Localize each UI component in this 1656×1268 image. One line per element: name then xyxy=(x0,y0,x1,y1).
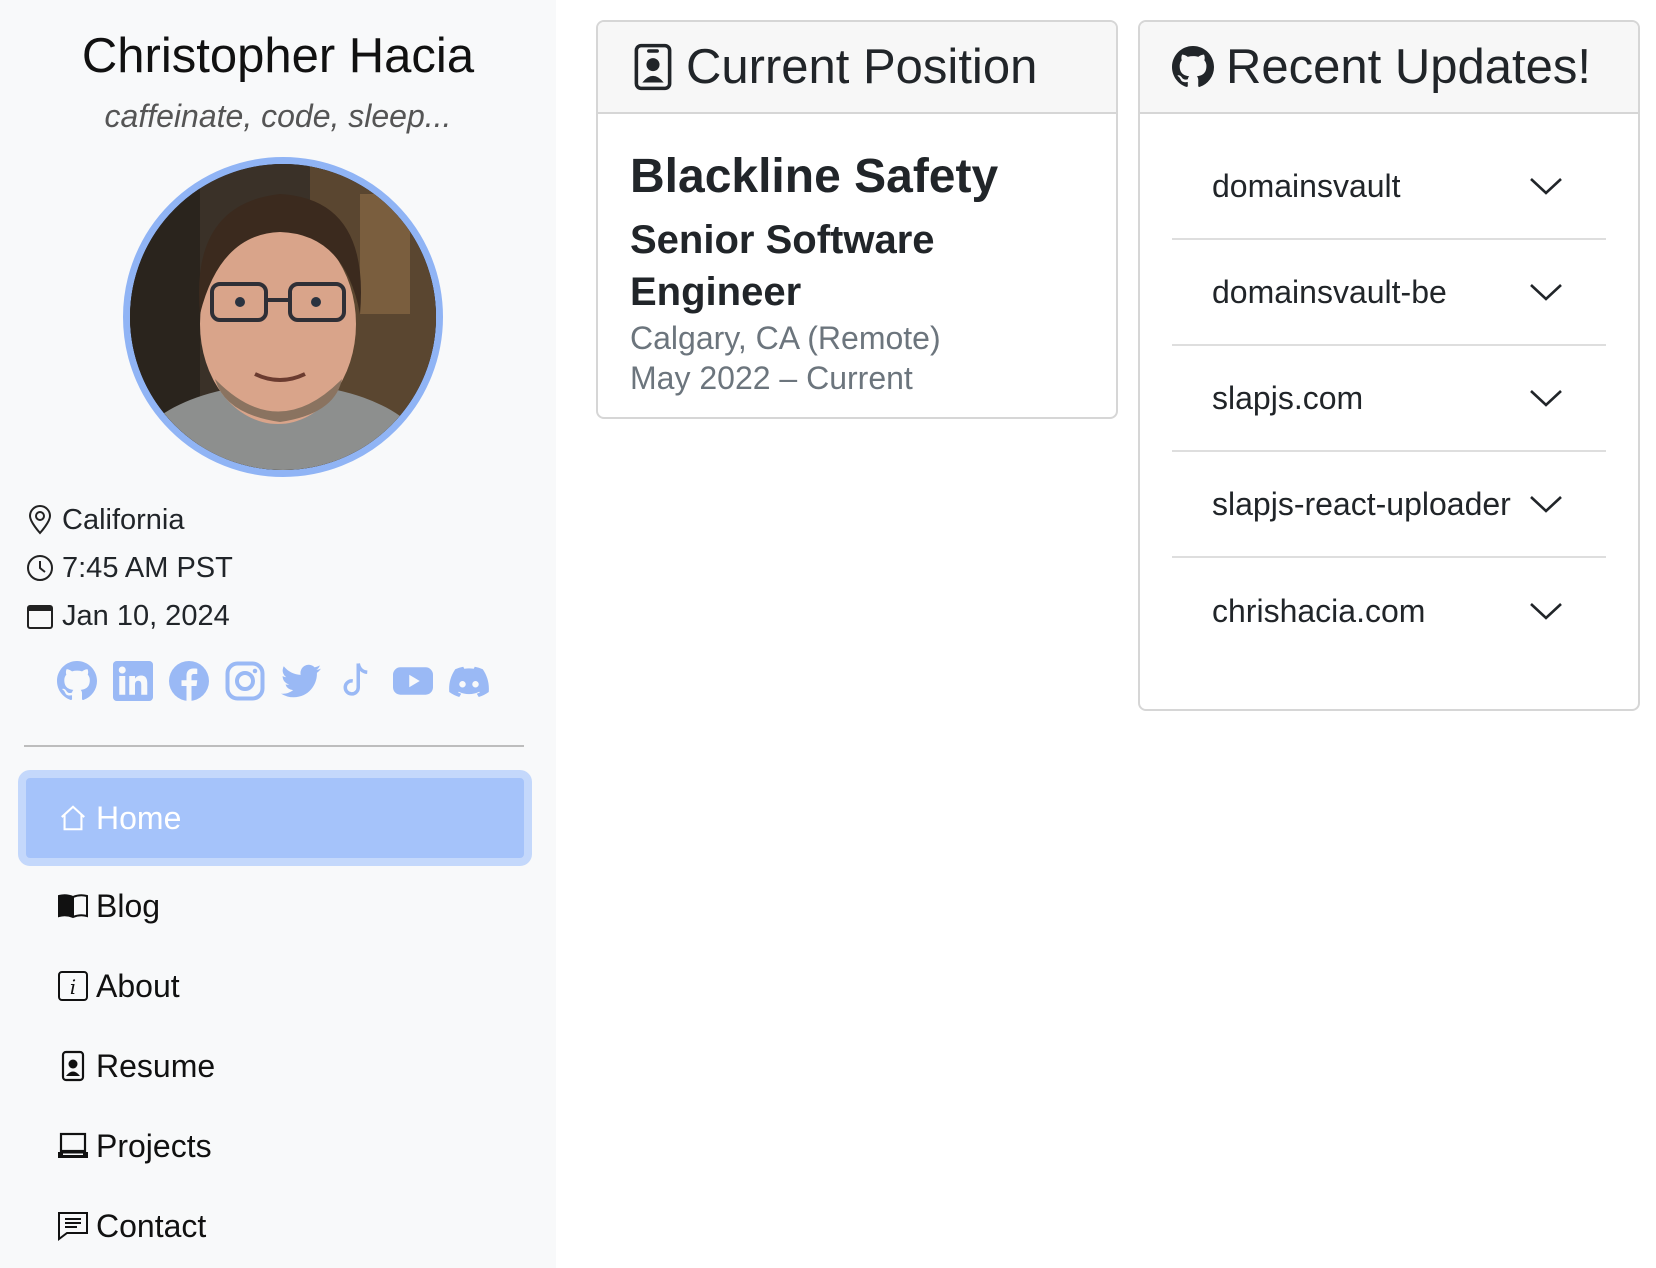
nav-label-about: About xyxy=(96,967,180,1004)
updates-accordion: domainsvault domainsvault-be slapjs.com … xyxy=(1140,114,1638,664)
accordion-item-label: chrishacia.com xyxy=(1212,592,1426,629)
accordion-item-slapjs-react-uploader[interactable]: slapjs-react-uploader xyxy=(1172,452,1606,558)
location-row: California xyxy=(24,500,185,540)
nav-item-contact[interactable]: Contact xyxy=(18,1186,532,1266)
profile-tagline: caffeinate, code, sleep... xyxy=(104,98,452,134)
youtube-icon[interactable] xyxy=(392,660,434,702)
chat-icon xyxy=(56,1209,90,1243)
chevron-down-icon xyxy=(1528,274,1564,310)
current-position-body: Blackline Safety Senior Software Enginee… xyxy=(598,114,1116,417)
accordion-item-slapjs-com[interactable]: slapjs.com xyxy=(1172,346,1606,452)
nav-label-contact: Contact xyxy=(96,1207,207,1244)
laptop-icon xyxy=(56,1129,90,1163)
nav-label-resume: Resume xyxy=(96,1047,216,1084)
discord-icon[interactable] xyxy=(448,660,490,702)
chevron-down-icon xyxy=(1528,380,1564,416)
job-title: Senior Software Engineer xyxy=(630,218,935,314)
chevron-down-icon xyxy=(1528,593,1564,629)
date-text: Jan 10, 2024 xyxy=(62,599,230,632)
twitter-icon[interactable] xyxy=(280,660,322,702)
recent-updates-title: Recent Updates! xyxy=(1226,40,1591,94)
calendar-icon xyxy=(24,600,56,632)
github-icon xyxy=(1172,42,1214,92)
nav-item-home[interactable]: Home xyxy=(18,770,532,866)
nav-item-blog[interactable]: Blog xyxy=(18,866,532,946)
location-text: California xyxy=(62,503,185,536)
recent-updates-header: Recent Updates! xyxy=(1140,22,1638,114)
book-icon xyxy=(56,889,90,923)
company-name: Blackline Safety xyxy=(630,150,999,203)
accordion-item-label: domainsvault xyxy=(1212,167,1401,204)
main-nav: Home Blog i About Resume Projects Contac… xyxy=(18,770,532,1266)
recent-updates-card: Recent Updates! domainsvault domainsvaul… xyxy=(1138,20,1640,711)
accordion-item-label: slapjs.com xyxy=(1212,379,1364,416)
current-position-header: Current Position xyxy=(598,22,1116,114)
chevron-down-icon xyxy=(1528,486,1564,522)
nav-label-projects: Projects xyxy=(96,1127,212,1164)
accordion-item-label: slapjs-react-uploader xyxy=(1212,485,1511,522)
house-icon xyxy=(56,801,90,835)
chevron-down-icon xyxy=(1528,168,1564,204)
nav-item-about[interactable]: i About xyxy=(18,946,532,1026)
accordion-item-chrishacia-com[interactable]: chrishacia.com xyxy=(1172,558,1606,664)
current-position-card: Current Position Blackline Safety Senior… xyxy=(596,20,1118,419)
job-dates: May 2022 – Current xyxy=(630,360,913,396)
time-row: 7:45 AM PST xyxy=(24,548,233,588)
sidebar-divider xyxy=(24,745,524,747)
facebook-icon[interactable] xyxy=(168,660,210,702)
github-icon[interactable] xyxy=(56,660,98,702)
person-badge-icon xyxy=(56,1049,90,1083)
date-row: Jan 10, 2024 xyxy=(24,596,230,636)
accordion-item-domainsvault-be[interactable]: domainsvault-be xyxy=(1172,240,1606,346)
person-badge-icon xyxy=(632,42,674,92)
current-position-title: Current Position xyxy=(686,40,1038,94)
info-icon: i xyxy=(56,969,90,1003)
job-location: Calgary, CA (Remote) xyxy=(630,320,941,356)
geo-pin-icon xyxy=(24,504,56,536)
social-links xyxy=(56,660,490,702)
clock-icon xyxy=(24,552,56,584)
sidebar: Christopher Hacia caffeinate, code, slee… xyxy=(0,0,556,1268)
accordion-item-label: domainsvault-be xyxy=(1212,273,1447,310)
profile-name: Christopher Hacia xyxy=(81,29,475,83)
nav-item-projects[interactable]: Projects xyxy=(18,1106,532,1186)
svg-text:i: i xyxy=(70,975,76,999)
accordion-item-domainsvault[interactable]: domainsvault xyxy=(1172,134,1606,240)
nav-label-blog: Blog xyxy=(96,887,161,924)
linkedin-icon[interactable] xyxy=(112,660,154,702)
tiktok-icon[interactable] xyxy=(336,660,378,702)
nav-item-resume[interactable]: Resume xyxy=(18,1026,532,1106)
instagram-icon[interactable] xyxy=(224,660,266,702)
nav-label-home: Home xyxy=(96,799,182,836)
avatar xyxy=(123,157,443,477)
time-text: 7:45 AM PST xyxy=(62,551,233,584)
